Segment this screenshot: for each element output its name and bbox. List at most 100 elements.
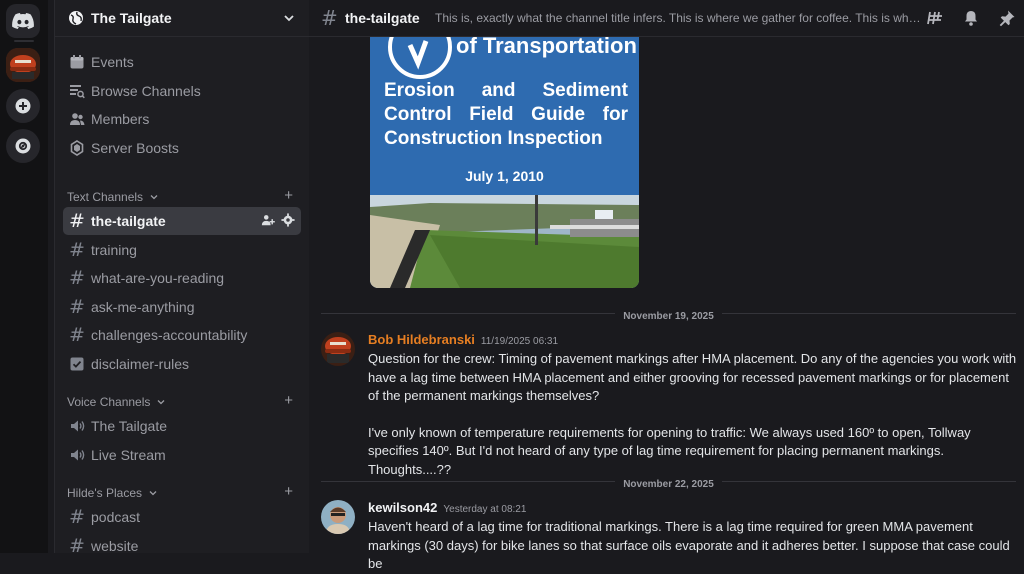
hash-icon: # — [69, 324, 85, 346]
server-rail — [0, 0, 48, 553]
construction-site-photo — [370, 195, 639, 288]
chevron-down-icon — [150, 195, 158, 200]
nav-label: Members — [91, 111, 150, 127]
channel-header: # the-tailgate This is, exactly what the… — [309, 0, 1024, 37]
discover-button[interactable] — [6, 129, 40, 163]
message-paragraph: I've only known of temperature requireme… — [368, 424, 971, 477]
channel-label: The Tailgate — [91, 418, 168, 434]
hash-icon: # — [69, 296, 85, 318]
message-author[interactable]: Bob Hildebranski 11/19/2025 06:31 — [368, 332, 558, 347]
pin-icon[interactable] — [998, 9, 1016, 27]
threads-icon[interactable] — [926, 9, 944, 27]
header-toolbar — [926, 9, 1016, 27]
category-hildes-places[interactable]: Hilde's Places + — [67, 483, 301, 501]
server-header[interactable]: The Tailgate — [55, 0, 309, 37]
channel-label: training — [91, 242, 137, 258]
rail-separator — [14, 40, 34, 42]
channel-the-tailgate[interactable]: # the-tailgate — [63, 207, 301, 235]
add-server-button[interactable] — [6, 89, 40, 123]
author-name[interactable]: kewilson42 — [368, 500, 437, 515]
document-date: July 1, 2010 — [465, 168, 544, 184]
channel-podcast[interactable]: # podcast — [63, 503, 301, 531]
discord-home-button[interactable] — [6, 4, 40, 38]
message-content: Question for the crew: Timing of pavemen… — [368, 350, 1020, 479]
nav-members[interactable]: Members — [63, 105, 301, 133]
notification-bell-icon[interactable] — [962, 9, 980, 27]
hash-icon: # — [69, 239, 85, 261]
message-timestamp: Yesterday at 08:21 — [443, 504, 527, 515]
agency-logo-icon — [388, 37, 452, 79]
hash-icon: # — [321, 6, 338, 30]
channel-label: podcast — [91, 509, 141, 525]
hash-icon: # — [69, 267, 85, 289]
boost-icon — [70, 140, 84, 156]
channel-label: disclaimer-rules — [91, 356, 190, 372]
message-paragraph: Haven't heard of a lag time for traditio… — [368, 519, 1010, 571]
channel-label: ask-me-anything — [91, 299, 195, 315]
image-attachment[interactable]: of Transportation Erosion and Sediment C… — [370, 37, 639, 288]
channel-label: what-are-you-reading — [91, 270, 225, 286]
date-divider: November 22, 2025 — [321, 474, 1016, 490]
nav-browse-channels[interactable]: Browse Channels — [63, 77, 301, 105]
chat-area: # the-tailgate This is, exactly what the… — [309, 0, 1024, 571]
channel-label: website — [91, 538, 139, 554]
members-icon — [70, 113, 85, 125]
calendar-icon — [70, 55, 84, 69]
chevron-down-icon — [284, 15, 294, 22]
message-paragraph: Question for the crew: Timing of pavemen… — [368, 351, 1017, 403]
compass-icon — [15, 138, 31, 154]
category-voice-channels[interactable]: Voice Channels + — [67, 392, 301, 410]
category-label: Hilde's Places — [67, 486, 142, 500]
chevron-down-icon — [157, 400, 165, 405]
voice-channel-the-tailgate[interactable]: The Tailgate — [63, 412, 301, 440]
channel-website[interactable]: # website — [63, 532, 301, 560]
category-text-channels[interactable]: Text Channels + — [67, 187, 301, 205]
nav-server-boosts[interactable]: Server Boosts — [63, 134, 301, 162]
nav-label: Browse Channels — [91, 83, 201, 99]
nav-label: Server Boosts — [91, 140, 179, 156]
channel-topic[interactable]: This is, exactly what the channel title … — [435, 11, 923, 25]
channel-challenges-accountability[interactable]: # challenges-accountability — [63, 321, 301, 349]
rules-checkbox-icon — [70, 357, 84, 371]
channel-training[interactable]: # training — [63, 236, 301, 264]
nav-events[interactable]: Events — [63, 48, 301, 76]
message-timestamp: 11/19/2025 06:31 — [480, 336, 559, 347]
message-author[interactable]: kewilson42 Yesterday at 08:21 — [368, 500, 526, 515]
avatar[interactable] — [321, 332, 355, 366]
hash-icon: # — [69, 210, 85, 232]
create-channel-plus-icon[interactable]: + — [284, 392, 293, 409]
browse-channels-icon — [70, 85, 85, 99]
document-title: Erosion and Sediment Control Field Guide… — [384, 80, 628, 149]
invite-members-icon[interactable] — [261, 213, 275, 227]
channel-sidebar: The Tailgate Events Browse Channels Memb… — [54, 0, 309, 557]
create-channel-plus-icon[interactable]: + — [284, 483, 293, 500]
agency-name: of Transportation — [456, 37, 637, 58]
speaker-icon — [71, 449, 85, 461]
gear-icon[interactable] — [281, 213, 295, 227]
message-content: Haven't heard of a lag time for traditio… — [368, 518, 1020, 574]
category-label: Voice Channels — [67, 395, 151, 409]
avatar[interactable] — [321, 500, 355, 534]
community-globe-icon — [69, 11, 83, 25]
plus-circle-icon — [15, 98, 31, 114]
category-label: Text Channels — [67, 190, 144, 204]
channel-disclaimer-rules[interactable]: disclaimer-rules — [63, 350, 301, 378]
server-name: The Tailgate — [91, 10, 172, 26]
hash-icon: # — [69, 535, 85, 557]
speaker-icon — [71, 420, 85, 432]
server-icon-the-tailgate[interactable] — [6, 48, 40, 82]
date-divider: November 19, 2025 — [321, 306, 1016, 322]
create-channel-plus-icon[interactable]: + — [284, 187, 293, 204]
date-divider-label: November 22, 2025 — [615, 479, 722, 490]
channel-ask-me-anything[interactable]: # ask-me-anything — [63, 293, 301, 321]
hardhat-server-icon — [6, 48, 40, 82]
voice-channel-live-stream[interactable]: Live Stream — [63, 441, 301, 469]
chevron-down-icon — [149, 491, 157, 496]
channel-title: the-tailgate — [345, 10, 420, 26]
author-name[interactable]: Bob Hildebranski — [368, 332, 475, 347]
channel-what-are-you-reading[interactable]: # what-are-you-reading — [63, 264, 301, 292]
hash-icon: # — [69, 506, 85, 528]
discord-logo-icon — [12, 13, 34, 29]
channel-label: challenges-accountability — [91, 327, 248, 343]
channel-label: the-tailgate — [91, 213, 166, 229]
